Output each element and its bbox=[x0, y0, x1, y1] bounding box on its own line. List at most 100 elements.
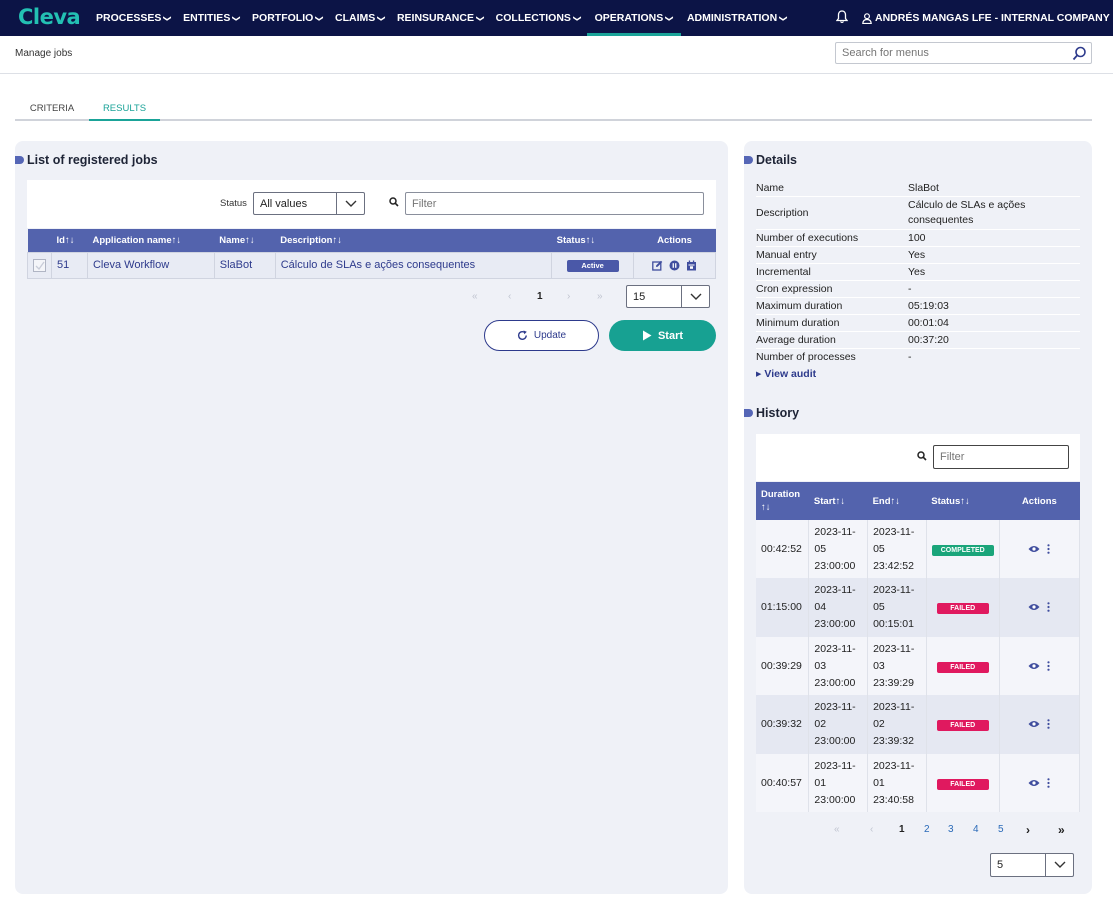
page-number[interactable]: 2 bbox=[924, 824, 930, 835]
page-number[interactable]: 3 bbox=[948, 824, 954, 835]
column-label: End bbox=[872, 495, 891, 507]
table-row[interactable]: 00:40:57 2023-11- 01 23:00:00 2023-11- 01 23… bbox=[756, 754, 1081, 812]
eye-icon[interactable] bbox=[1028, 720, 1040, 728]
column-header-id[interactable]: Id↑↓ bbox=[51, 229, 88, 252]
search-icon[interactable] bbox=[1072, 46, 1087, 61]
first-page-icon[interactable]: « bbox=[472, 291, 478, 302]
date-part: 01 bbox=[814, 776, 827, 789]
update-button[interactable]: Update bbox=[484, 320, 599, 351]
date-part: 03 bbox=[873, 659, 885, 672]
detail-key: Number of executions bbox=[756, 232, 859, 244]
column-header-application[interactable]: Application name↑↓ bbox=[87, 229, 215, 252]
history-page-size-value: 5 bbox=[997, 859, 1004, 871]
jobs-table-header: Id↑↓ Application name↑↓ Name↑↓ Descripti… bbox=[27, 229, 716, 252]
page-number[interactable]: 1 bbox=[537, 291, 543, 302]
history-status-cell: COMPLETED bbox=[926, 520, 1000, 578]
eye-icon[interactable] bbox=[1028, 662, 1040, 670]
details-title: Details bbox=[744, 153, 797, 167]
cleva-logo[interactable]: Cleva bbox=[18, 5, 81, 29]
prev-page-icon[interactable]: ‹ bbox=[508, 291, 511, 302]
date-part: 2023-11- bbox=[814, 759, 856, 772]
table-row[interactable]: 51 Cleva Workflow SlaBot Cálculo de SLAs… bbox=[27, 251, 716, 279]
nav-administration[interactable]: ADMINISTRATION ❯ bbox=[681, 0, 793, 36]
nav-reinsurance[interactable]: REINSURANCE ❯ bbox=[391, 0, 490, 36]
detail-key: Manual entry bbox=[756, 249, 817, 261]
last-page-icon[interactable]: » bbox=[1058, 823, 1065, 837]
pause-icon[interactable] bbox=[669, 260, 680, 271]
column-header-end[interactable]: End↑↓ bbox=[867, 482, 927, 520]
eye-icon[interactable] bbox=[1028, 545, 1040, 553]
nav-collections[interactable]: COLLECTIONS ❯ bbox=[490, 0, 587, 36]
history-page-size-select[interactable]: 5 bbox=[990, 853, 1074, 877]
search-icon bbox=[917, 451, 927, 461]
first-page-icon[interactable]: « bbox=[834, 824, 840, 835]
table-row[interactable]: 00:39:32 2023-11- 02 23:00:00 2023-11- 02 23… bbox=[756, 695, 1081, 754]
column-header-duration[interactable]: Duration ↑↓ bbox=[756, 482, 809, 520]
detail-row: Cron expression - bbox=[756, 281, 1080, 298]
jobs-filter-field[interactable] bbox=[406, 193, 703, 214]
history-end: 2023-11- 03 23:39:29 bbox=[867, 637, 927, 695]
history-duration: 00:40:57 bbox=[756, 754, 810, 812]
history-filter-input[interactable] bbox=[933, 445, 1069, 469]
last-page-icon[interactable]: » bbox=[597, 291, 603, 302]
prev-page-icon[interactable]: ‹ bbox=[870, 824, 873, 835]
breadcrumb: Manage jobs bbox=[15, 48, 73, 59]
status-select[interactable]: All values bbox=[253, 192, 365, 215]
chevron-down-icon: ❯ bbox=[163, 14, 173, 22]
more-vertical-icon[interactable] bbox=[1047, 543, 1050, 554]
details-title-text: Details bbox=[756, 153, 797, 167]
nav-entities[interactable]: ENTITIES ❯ bbox=[177, 0, 246, 36]
nav-portfolio[interactable]: PORTFOLIO ❯ bbox=[246, 0, 329, 36]
history-filter-field[interactable] bbox=[934, 446, 1068, 468]
column-label: Id bbox=[56, 234, 65, 246]
detail-key: Minimum duration bbox=[756, 317, 840, 329]
start-button[interactable]: Start bbox=[609, 320, 716, 351]
bell-icon[interactable] bbox=[836, 10, 848, 24]
row-checkbox[interactable] bbox=[33, 258, 46, 272]
nav-claims[interactable]: CLAIMS ❯ bbox=[329, 0, 391, 36]
detail-value: - bbox=[908, 283, 912, 295]
table-row[interactable]: 01:15:00 2023-11- 04 23:00:00 2023-11- 05 00… bbox=[756, 578, 1081, 637]
more-vertical-icon[interactable] bbox=[1047, 660, 1050, 671]
start-label: Start bbox=[657, 329, 684, 342]
table-row[interactable]: 00:39:29 2023-11- 03 23:00:00 2023-11- 03 23… bbox=[756, 637, 1081, 695]
view-audit-link[interactable]: ▶ View audit bbox=[756, 368, 816, 380]
nav-processes[interactable]: PROCESSES ❯ bbox=[90, 0, 177, 36]
page-number[interactable]: 5 bbox=[998, 824, 1004, 835]
top-navbar: Cleva PROCESSES ❯ ENTITIES ❯ PORTFOLIO ❯ CL… bbox=[0, 0, 1113, 36]
next-page-icon[interactable]: › bbox=[567, 291, 570, 302]
more-vertical-icon[interactable] bbox=[1047, 719, 1050, 730]
calendar-icon[interactable] bbox=[686, 260, 697, 271]
column-header-status[interactable]: Status↑↓ bbox=[551, 229, 634, 252]
chevron-down-icon: ❯ bbox=[377, 14, 387, 22]
date-part: 05 bbox=[873, 542, 885, 555]
nav-operations[interactable]: OPERATIONS ❯ bbox=[586, 0, 681, 36]
eye-icon[interactable] bbox=[1028, 603, 1040, 611]
tab-results[interactable]: RESULTS bbox=[89, 100, 160, 121]
tabs: CRITERIA RESULTS bbox=[15, 100, 1092, 121]
user-name: ANDRÉS MANGAS LFE - INTERNAL COMPANY bbox=[875, 12, 1110, 24]
tab-criteria[interactable]: CRITERIA bbox=[15, 100, 89, 121]
history-actions-cell bbox=[999, 520, 1081, 578]
table-row[interactable]: 00:42:52 2023-11- 05 23:00:00 2023-11- 05 23… bbox=[756, 520, 1081, 578]
column-header-description[interactable]: Description↑↓ bbox=[275, 229, 552, 252]
user-menu[interactable]: ANDRÉS MANGAS LFE - INTERNAL COMPANY ❯ bbox=[862, 0, 1113, 36]
column-header-start[interactable]: Start↑↓ bbox=[808, 482, 868, 520]
edit-icon[interactable] bbox=[652, 260, 663, 271]
more-vertical-icon[interactable] bbox=[1047, 602, 1050, 613]
row-checkbox-cell[interactable] bbox=[27, 251, 52, 279]
menu-search[interactable] bbox=[835, 42, 1092, 64]
column-header-status[interactable]: Status↑↓ bbox=[926, 482, 1000, 520]
more-vertical-icon[interactable] bbox=[1047, 777, 1050, 788]
history-table-header: Duration ↑↓ Start↑↓ End↑↓ Status↑↓ Action… bbox=[756, 482, 1080, 520]
menu-search-input[interactable] bbox=[836, 43, 1066, 63]
history-start: 2023-11- 05 23:00:00 bbox=[808, 520, 869, 578]
column-header-name[interactable]: Name↑↓ bbox=[214, 229, 276, 252]
eye-icon[interactable] bbox=[1028, 779, 1040, 787]
page-size-select[interactable]: 15 bbox=[626, 285, 710, 308]
history-start: 2023-11- 02 23:00:00 bbox=[808, 695, 869, 754]
page-number[interactable]: 1 bbox=[899, 824, 905, 835]
jobs-filter-input[interactable] bbox=[405, 192, 704, 215]
next-page-icon[interactable]: › bbox=[1026, 823, 1030, 837]
page-number[interactable]: 4 bbox=[973, 824, 979, 835]
